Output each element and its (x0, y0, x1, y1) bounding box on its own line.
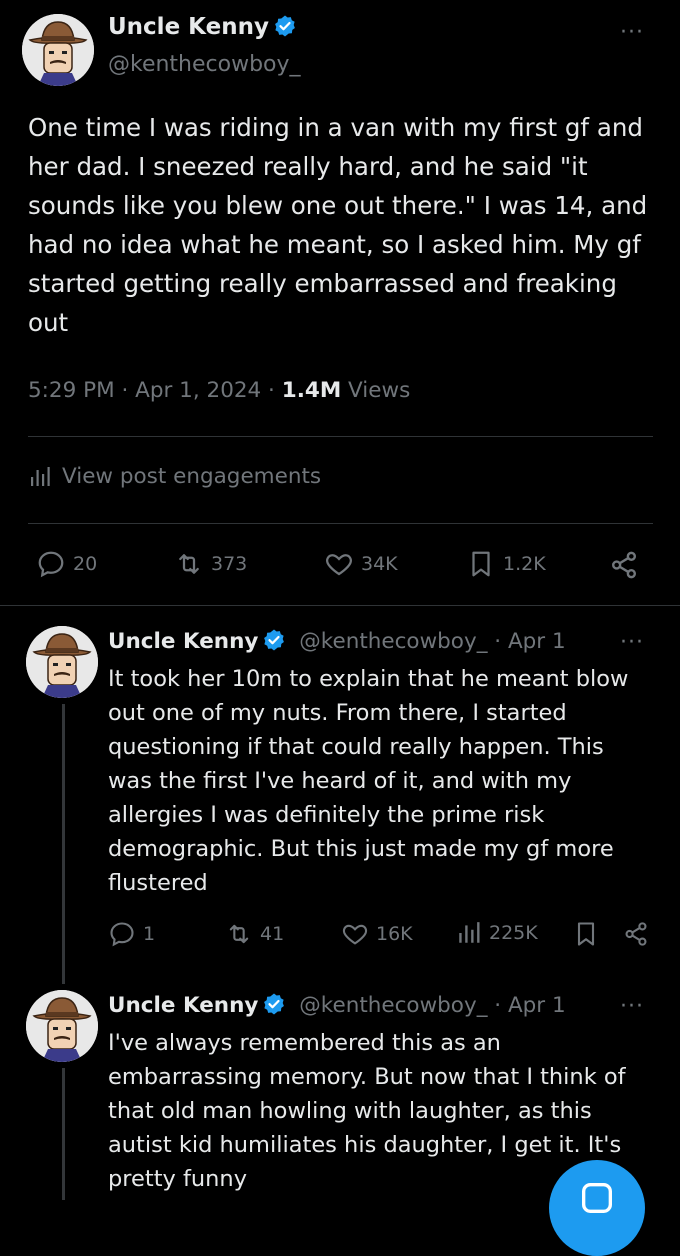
verified-badge-icon (262, 992, 286, 1016)
more-dots-icon[interactable]: ··· (620, 996, 644, 1018)
bookmark-icon (577, 922, 595, 946)
share-button[interactable] (622, 920, 650, 948)
more-dots-icon[interactable]: ··· (620, 632, 644, 654)
views-button[interactable]: 225K (456, 920, 538, 946)
like-button[interactable]: 34K (324, 549, 398, 579)
repost-button[interactable]: 373 (174, 549, 247, 579)
cowboy-avatar-icon (26, 626, 98, 698)
author-handle[interactable]: @kenthecowboy_ (299, 993, 487, 1018)
bookmark-icon (472, 551, 490, 577)
views-count: 1.4M (281, 378, 342, 403)
avatar[interactable] (26, 626, 98, 698)
share-icon (625, 922, 647, 946)
thread-line (62, 1068, 65, 1200)
reply-button[interactable]: 1 (108, 920, 155, 948)
share-button[interactable] (608, 549, 640, 581)
author-name[interactable]: Uncle Kenny (108, 993, 258, 1018)
reply-text: It took her 10m to explain that he meant… (108, 666, 629, 896)
verified-badge-icon (273, 14, 297, 38)
share-icon (612, 551, 636, 579)
analytics-icon (459, 922, 480, 943)
bookmark-button[interactable]: 1.2K (466, 549, 546, 579)
cowboy-avatar-icon (22, 14, 94, 86)
tweet-meta: 5:29 PM · Apr 1, 2024 · 1.4M Views (28, 378, 410, 403)
reply-header: Uncle Kenny @kenthecowboy_ · Apr 1 (108, 628, 566, 654)
divider (28, 523, 653, 524)
repost-icon (179, 554, 199, 574)
author-name[interactable]: Uncle Kenny (108, 629, 258, 654)
like-button[interactable]: 16K (341, 920, 413, 948)
reply-button[interactable]: 20 (36, 549, 97, 579)
tweet-text: One time I was riding in a van with my f… (28, 113, 648, 337)
reply-header: Uncle Kenny @kenthecowboy_ · Apr 1 (108, 992, 566, 1018)
reply-icon (110, 922, 134, 947)
reply-icon (38, 551, 64, 578)
view-engagements-link[interactable]: View post engagements (28, 464, 321, 489)
avatar[interactable] (26, 990, 98, 1062)
bookmark-button[interactable] (572, 920, 600, 948)
verified-badge-icon (262, 628, 286, 652)
divider (0, 605, 680, 606)
like-icon (342, 924, 368, 945)
reply-date[interactable]: · Apr 1 (487, 993, 565, 1018)
repost-icon (229, 924, 249, 944)
avatar[interactable] (22, 14, 94, 86)
compose-button[interactable] (549, 1160, 645, 1256)
analytics-icon (31, 466, 50, 486)
reply-actions: 1 41 16K 225K (0, 920, 680, 950)
tweet-timestamp[interactable]: 5:29 PM · Apr 1, 2024 · (28, 378, 282, 403)
view-engagements-label: View post engagements (62, 464, 322, 489)
views-label: Views (341, 378, 411, 403)
author-name[interactable]: Uncle Kenny (108, 14, 297, 40)
like-icon (326, 554, 352, 576)
author-handle[interactable]: @kenthecowboy_ (299, 629, 487, 654)
compose-icon (582, 1183, 612, 1213)
tweet-actions: 20 373 34K 1.2K (0, 549, 680, 581)
repost-button[interactable]: 41 (225, 920, 284, 948)
divider (28, 436, 653, 437)
reply-date[interactable]: · Apr 1 (487, 629, 565, 654)
more-dots-icon[interactable]: ··· (620, 22, 644, 44)
author-handle[interactable]: @kenthecowboy_ (108, 52, 301, 77)
cowboy-avatar-icon (26, 990, 98, 1062)
